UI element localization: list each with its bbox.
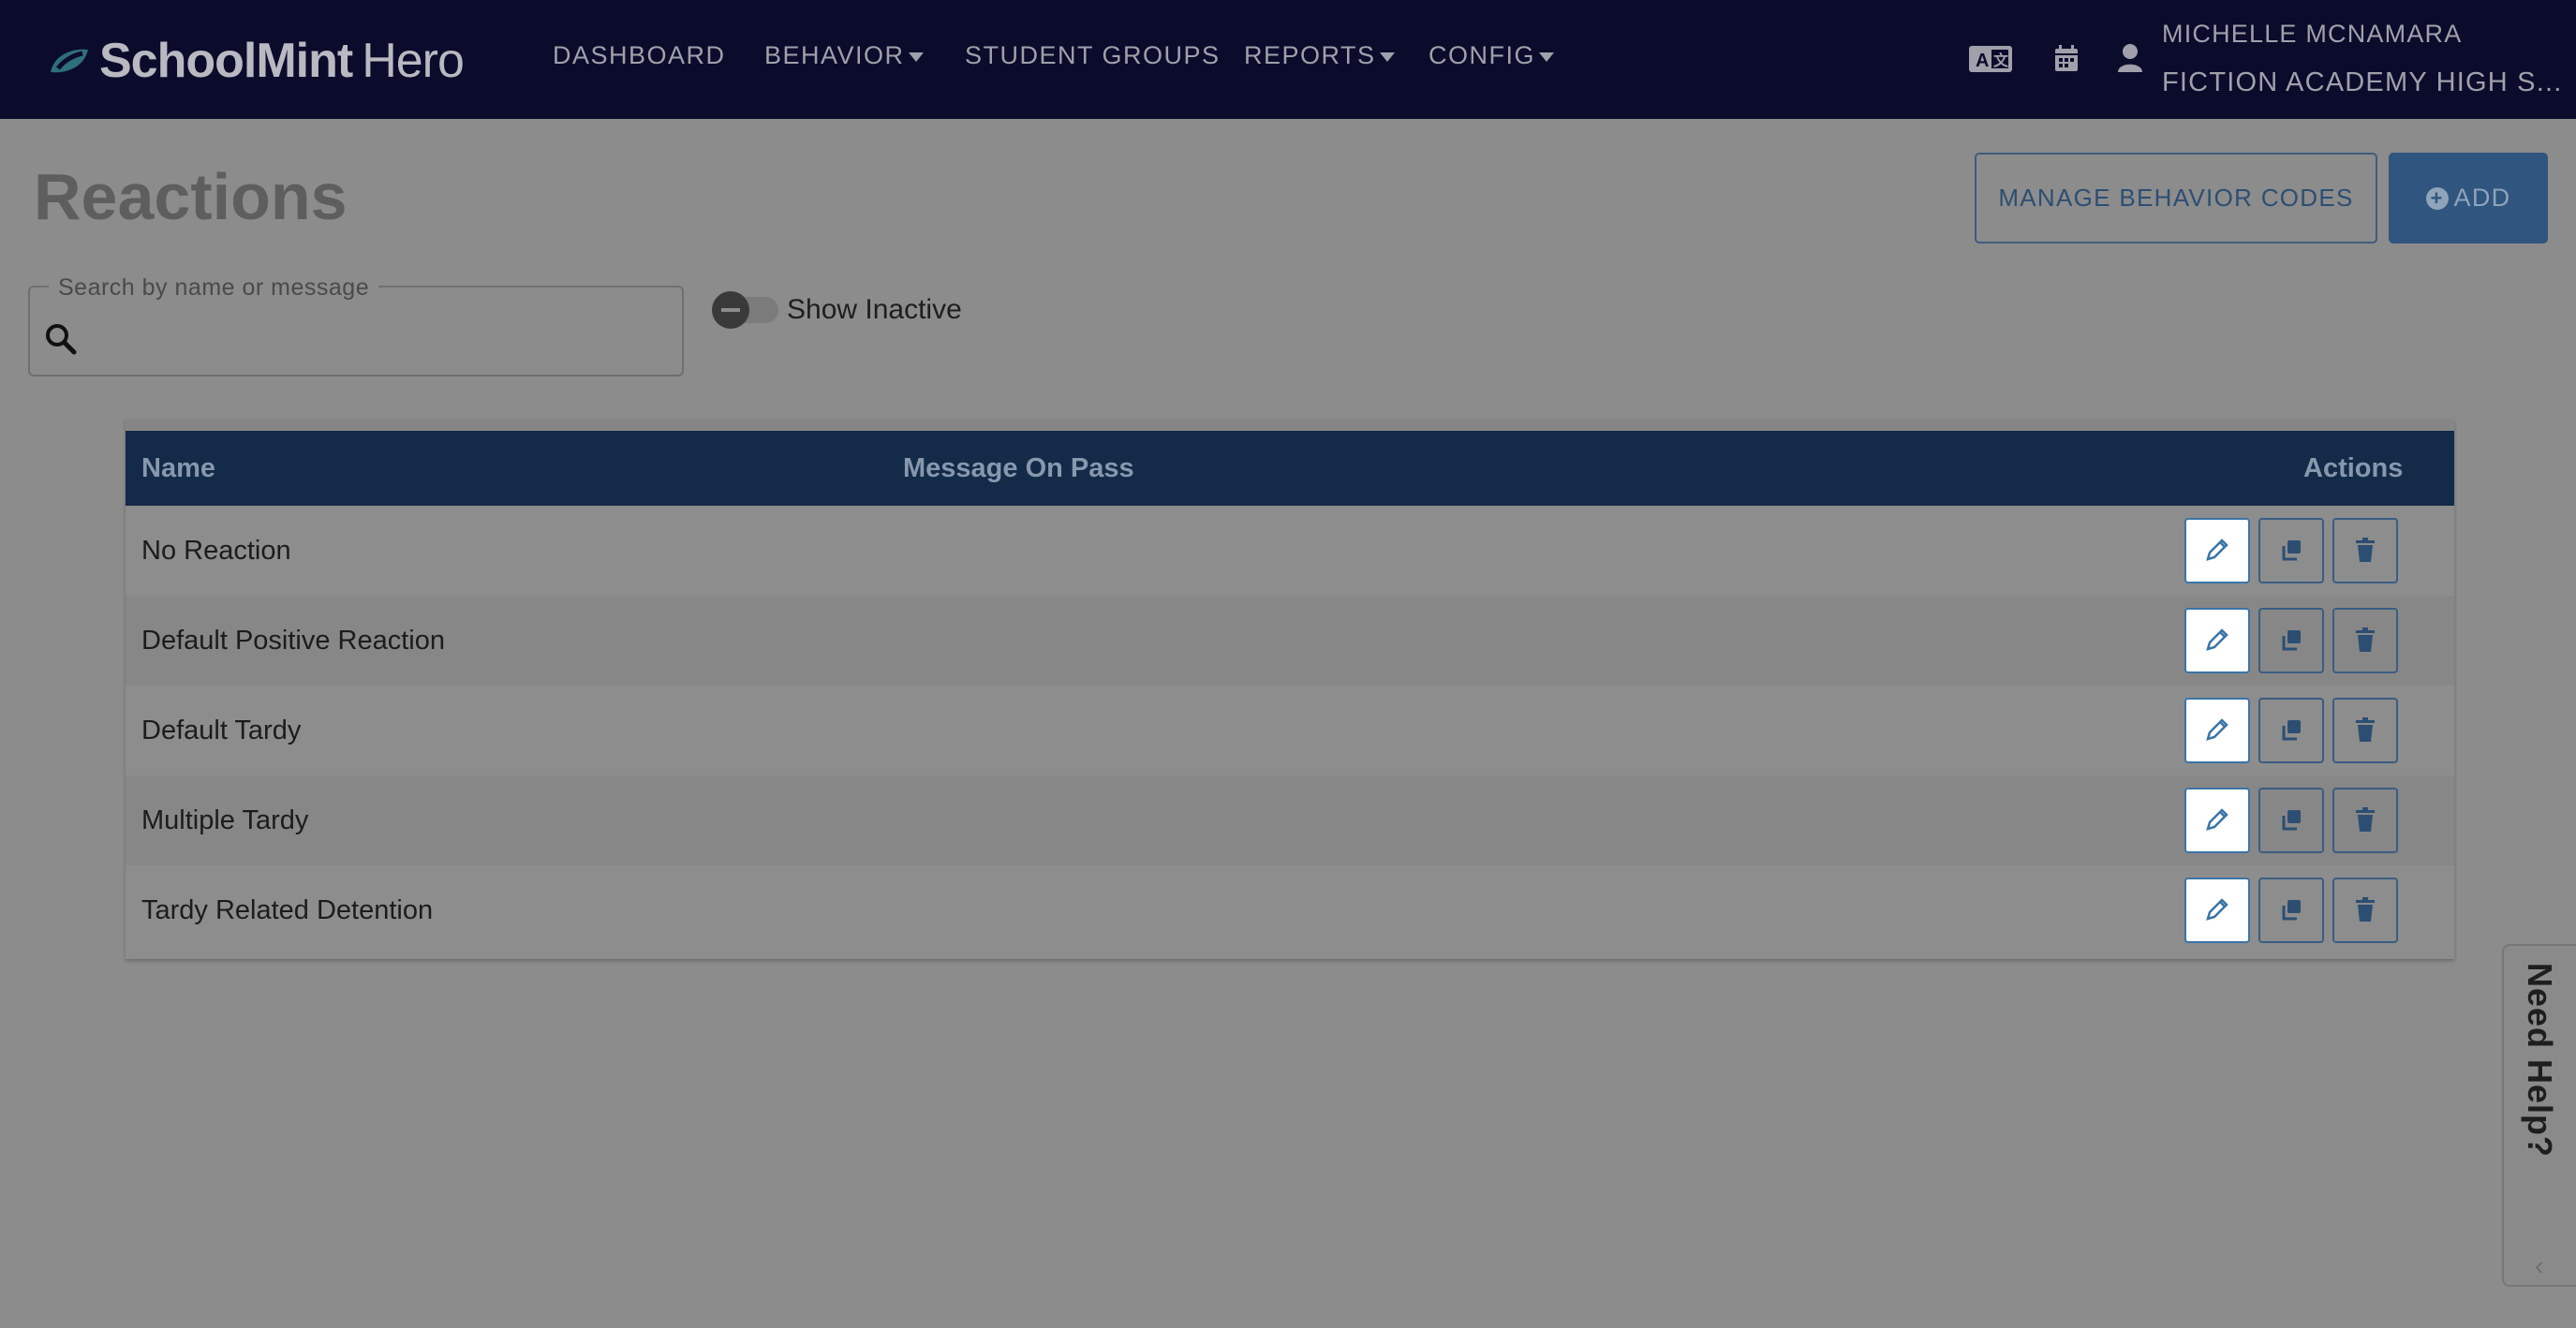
delete-button[interactable] [2332, 518, 2398, 583]
edit-button[interactable] [2184, 878, 2250, 943]
table-header: Name Message On Pass Actions [126, 431, 2454, 506]
pencil-icon [2204, 537, 2230, 566]
trash-icon [2354, 806, 2376, 835]
trash-icon [2354, 627, 2376, 656]
manage-behavior-codes-label: MANAGE BEHAVIOR CODES [1998, 184, 2354, 212]
copy-icon [2278, 896, 2304, 925]
caret-down-icon [1379, 52, 1395, 62]
reaction-name: Multiple Tardy [141, 805, 309, 835]
add-button[interactable]: + ADD [2389, 153, 2548, 243]
table-row: Default Positive Reaction [126, 596, 2454, 686]
column-header-name: Name [141, 453, 215, 483]
search-legend: Search by name or message [49, 274, 379, 302]
translate-icon[interactable]: A文 [1968, 45, 2013, 78]
table-row: No Reaction [126, 506, 2454, 596]
search-input[interactable] [89, 309, 660, 356]
calendar-icon[interactable] [2054, 44, 2079, 77]
table-row: Multiple Tardy [126, 775, 2454, 865]
show-inactive-label: Show Inactive [787, 294, 962, 325]
toggle-knob[interactable] [712, 291, 749, 329]
edit-button[interactable] [2184, 518, 2250, 583]
delete-button[interactable] [2332, 878, 2398, 943]
duplicate-button[interactable] [2258, 698, 2324, 763]
nav-behavior-label: BEHAVIOR [764, 41, 905, 69]
delete-button[interactable] [2332, 698, 2398, 763]
nav-config[interactable]: CONFIG [1429, 41, 1554, 70]
manage-behavior-codes-button[interactable]: MANAGE BEHAVIOR CODES [1975, 153, 2377, 243]
logo-product-text: Hero [362, 34, 465, 88]
edit-button[interactable] [2184, 698, 2250, 763]
reaction-name: Tardy Related Detention [141, 895, 434, 925]
nav-dashboard-label: DASHBOARD [553, 41, 726, 69]
copy-icon [2278, 716, 2304, 745]
school-name[interactable]: FICTION ACADEMY HIGH S... [2162, 67, 2562, 98]
plus-circle-icon: + [2425, 186, 2449, 210]
svg-text:文: 文 [1993, 52, 2009, 69]
pencil-icon [2204, 716, 2230, 745]
nav-behavior[interactable]: BEHAVIOR [764, 41, 924, 70]
copy-icon [2278, 537, 2304, 566]
duplicate-button[interactable] [2258, 878, 2324, 943]
edit-button[interactable] [2184, 788, 2250, 853]
nav-config-label: CONFIG [1429, 41, 1535, 69]
add-button-label: ADD [2453, 184, 2511, 212]
need-help-label: Need Help? [2521, 963, 2559, 1158]
caret-down-icon [908, 52, 924, 62]
pencil-icon [2204, 896, 2230, 925]
pencil-icon [2204, 806, 2230, 835]
leaf-logo-icon [47, 46, 90, 76]
delete-button[interactable] [2332, 608, 2398, 673]
nav-reports[interactable]: REPORTS [1244, 41, 1395, 70]
page-title: Reactions [34, 160, 348, 233]
duplicate-button[interactable] [2258, 518, 2324, 583]
column-header-message: Message On Pass [903, 453, 1134, 483]
user-name[interactable]: MICHELLE MCNAMARA [2162, 20, 2462, 49]
user-icon[interactable] [2117, 43, 2143, 78]
copy-icon [2278, 627, 2304, 656]
reaction-name: Default Tardy [141, 716, 302, 745]
trash-icon [2354, 716, 2376, 745]
nav-dashboard[interactable]: DASHBOARD [553, 41, 726, 70]
top-navbar: SchoolMint Hero DASHBOARD BEHAVIOR STUDEN… [0, 0, 2576, 119]
logo-brand-text: SchoolMint [99, 34, 353, 88]
svg-text:A: A [1976, 51, 1989, 71]
trash-icon [2354, 537, 2376, 566]
table-row: Tardy Related Detention [126, 865, 2454, 955]
duplicate-button[interactable] [2258, 788, 2324, 853]
duplicate-button[interactable] [2258, 608, 2324, 673]
delete-button[interactable] [2332, 788, 2398, 853]
edit-button[interactable] [2184, 608, 2250, 673]
copy-icon [2278, 806, 2304, 835]
chevron-left-icon[interactable]: ‹ [2535, 1251, 2543, 1281]
nav-reports-label: REPORTS [1244, 41, 1376, 69]
caret-down-icon [1539, 52, 1554, 62]
search-icon [45, 323, 77, 360]
nav-student-groups[interactable]: STUDENT GROUPS [965, 41, 1221, 70]
reaction-name: No Reaction [141, 536, 291, 566]
trash-icon [2354, 896, 2376, 925]
schoolmint-logo[interactable]: SchoolMint Hero [47, 28, 465, 94]
column-header-actions: Actions [2303, 453, 2404, 483]
table-row: Default Tardy [126, 686, 2454, 775]
nav-student-groups-label: STUDENT GROUPS [965, 41, 1221, 69]
pencil-icon [2204, 627, 2230, 656]
reaction-name: Default Positive Reaction [141, 626, 445, 656]
